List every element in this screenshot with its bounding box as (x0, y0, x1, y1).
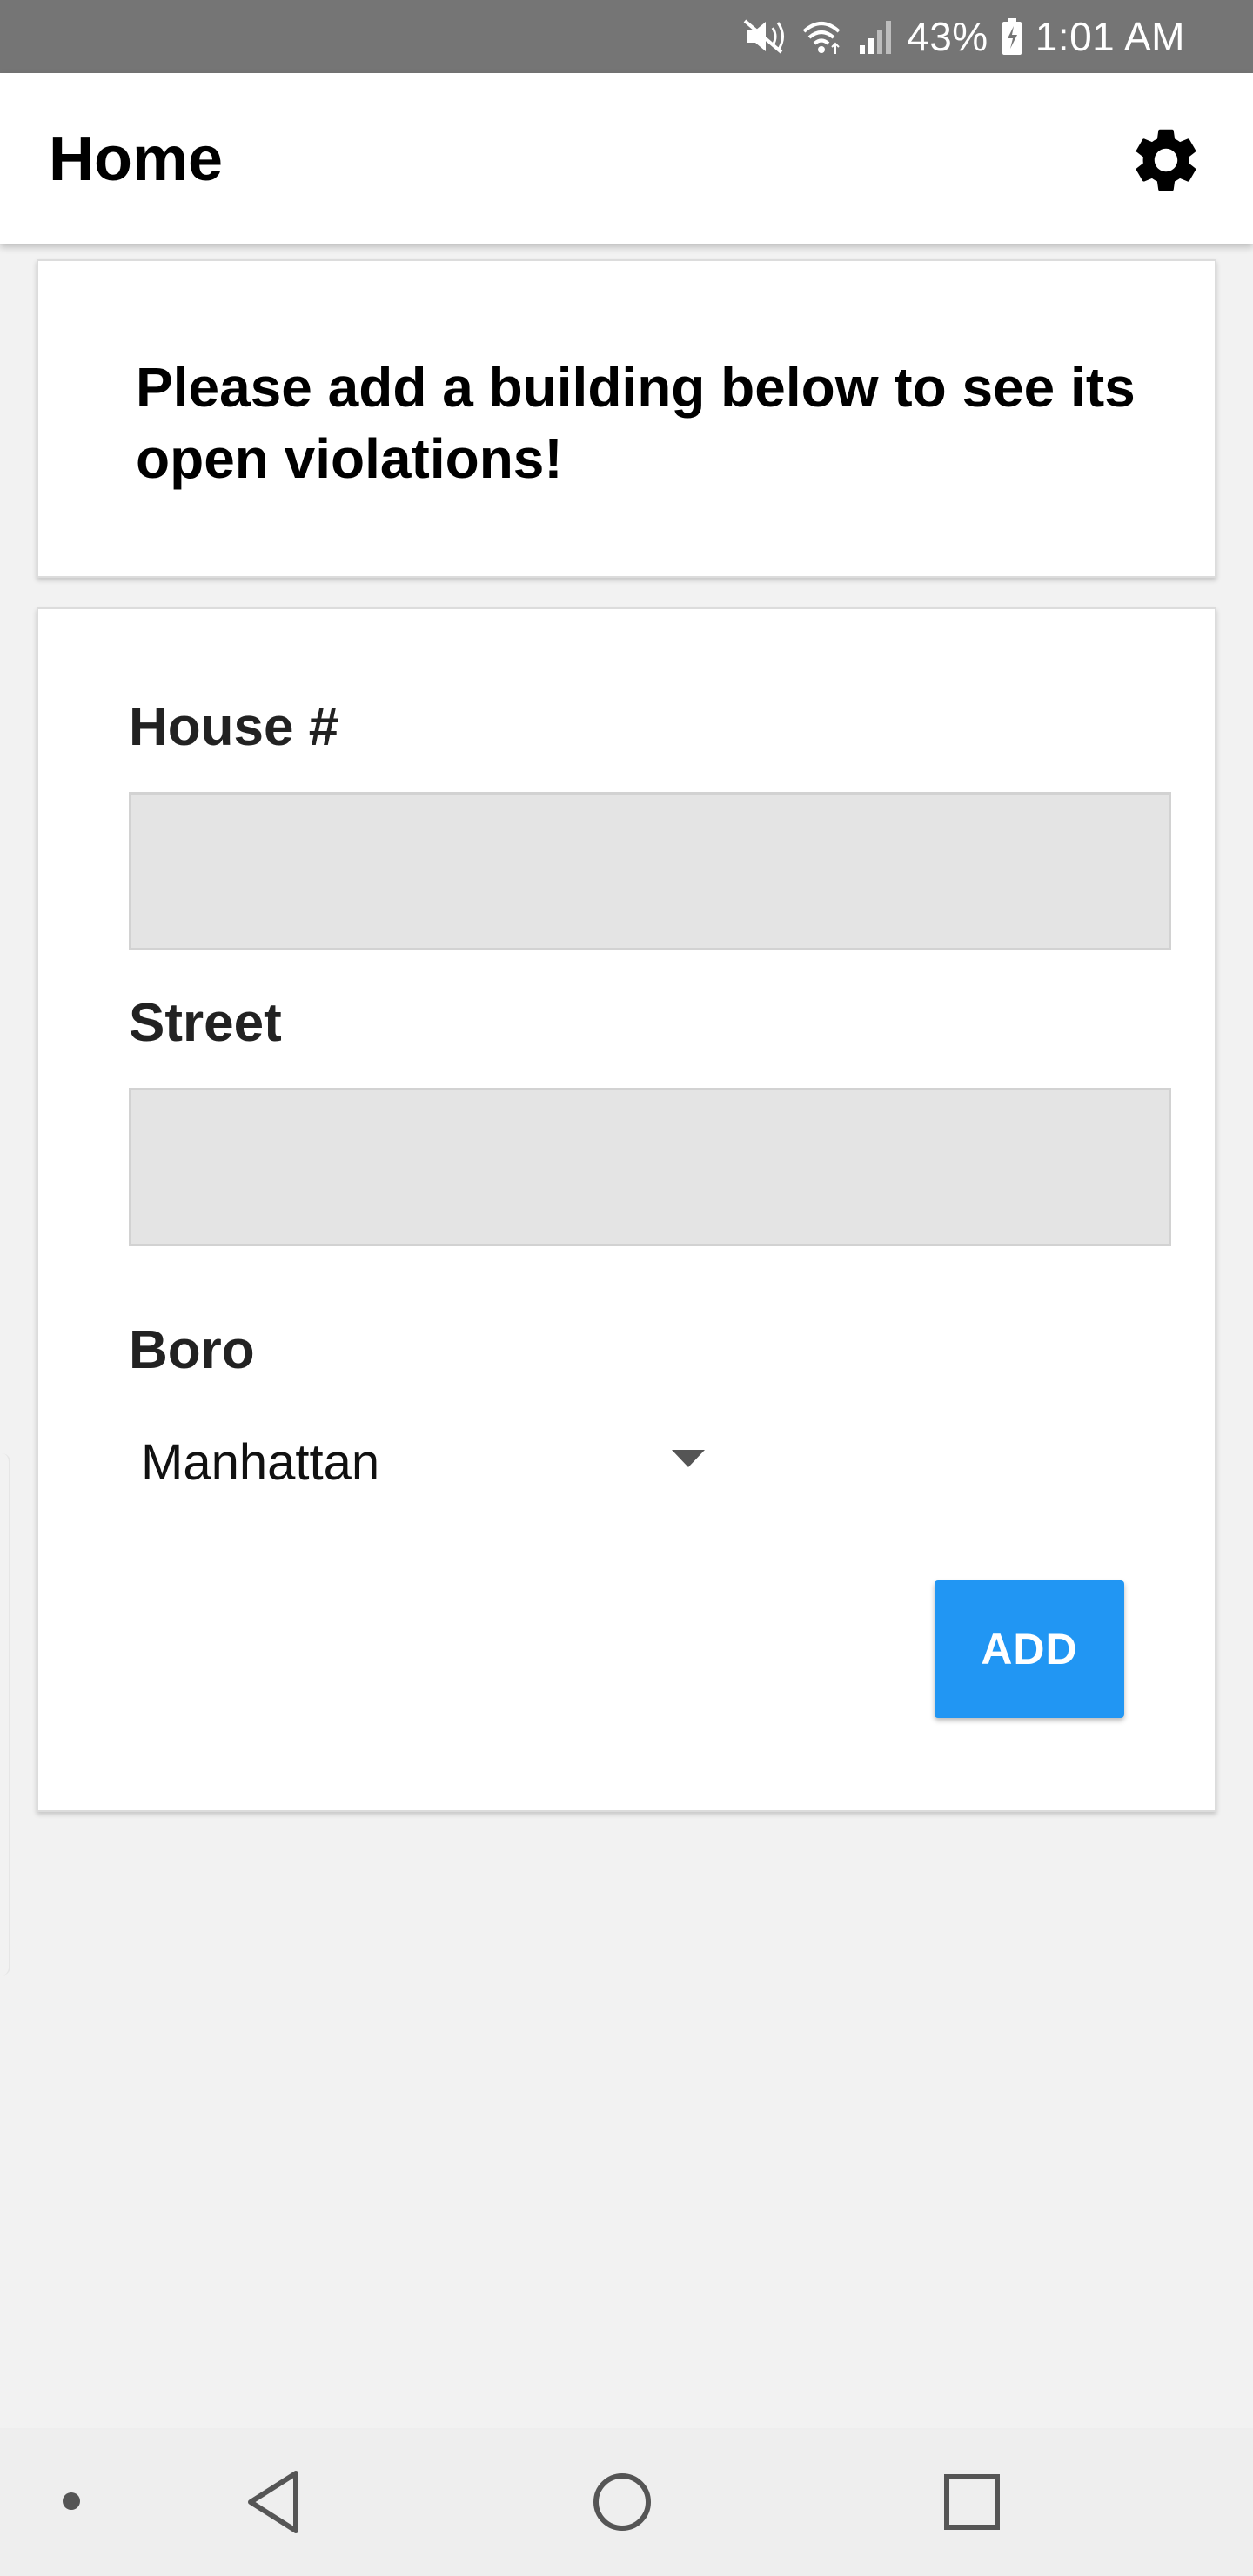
settings-button[interactable] (1124, 118, 1208, 202)
battery-charging-icon (1001, 17, 1023, 56)
house-number-input[interactable] (129, 792, 1171, 950)
clock: 1:01 AM (1035, 14, 1185, 59)
street-input[interactable] (129, 1088, 1171, 1246)
dropdown-arrow-icon (672, 1450, 705, 1467)
boro-dropdown[interactable]: Manhattan (129, 1419, 705, 1506)
back-button[interactable] (235, 2463, 313, 2541)
empty-state-message: Please add a building below to see its o… (136, 356, 1136, 490)
navigation-bar (0, 2428, 1253, 2576)
page-title: Home (49, 124, 224, 194)
back-icon (248, 2471, 298, 2533)
home-icon (593, 2473, 651, 2531)
side-edge-handle (0, 1453, 10, 1976)
message-card: Please add a building below to see its o… (37, 259, 1216, 578)
wifi-icon (801, 17, 844, 56)
house-number-label: House # (129, 697, 339, 757)
app-bar: Home (0, 73, 1253, 244)
signal-icon (856, 17, 895, 56)
add-button[interactable]: ADD (935, 1580, 1124, 1718)
screen: 43% 1:01 AM Home Please add a building b… (0, 0, 1253, 2576)
boro-label: Boro (129, 1320, 255, 1380)
dot-icon (63, 2492, 80, 2510)
gear-icon (1135, 129, 1196, 191)
boro-selected-value: Manhattan (141, 1433, 380, 1491)
nav-dot-button[interactable] (54, 2484, 89, 2519)
recent-apps-icon (944, 2474, 1000, 2530)
street-label: Street (129, 993, 282, 1053)
status-bar: 43% 1:01 AM (0, 0, 1253, 73)
recent-apps-button[interactable] (933, 2463, 1011, 2541)
home-button[interactable] (583, 2463, 661, 2541)
battery-percent: 43% (907, 14, 988, 59)
mute-icon (743, 17, 788, 56)
add-building-form: House # Street Boro Manhattan ADD (37, 607, 1216, 1812)
